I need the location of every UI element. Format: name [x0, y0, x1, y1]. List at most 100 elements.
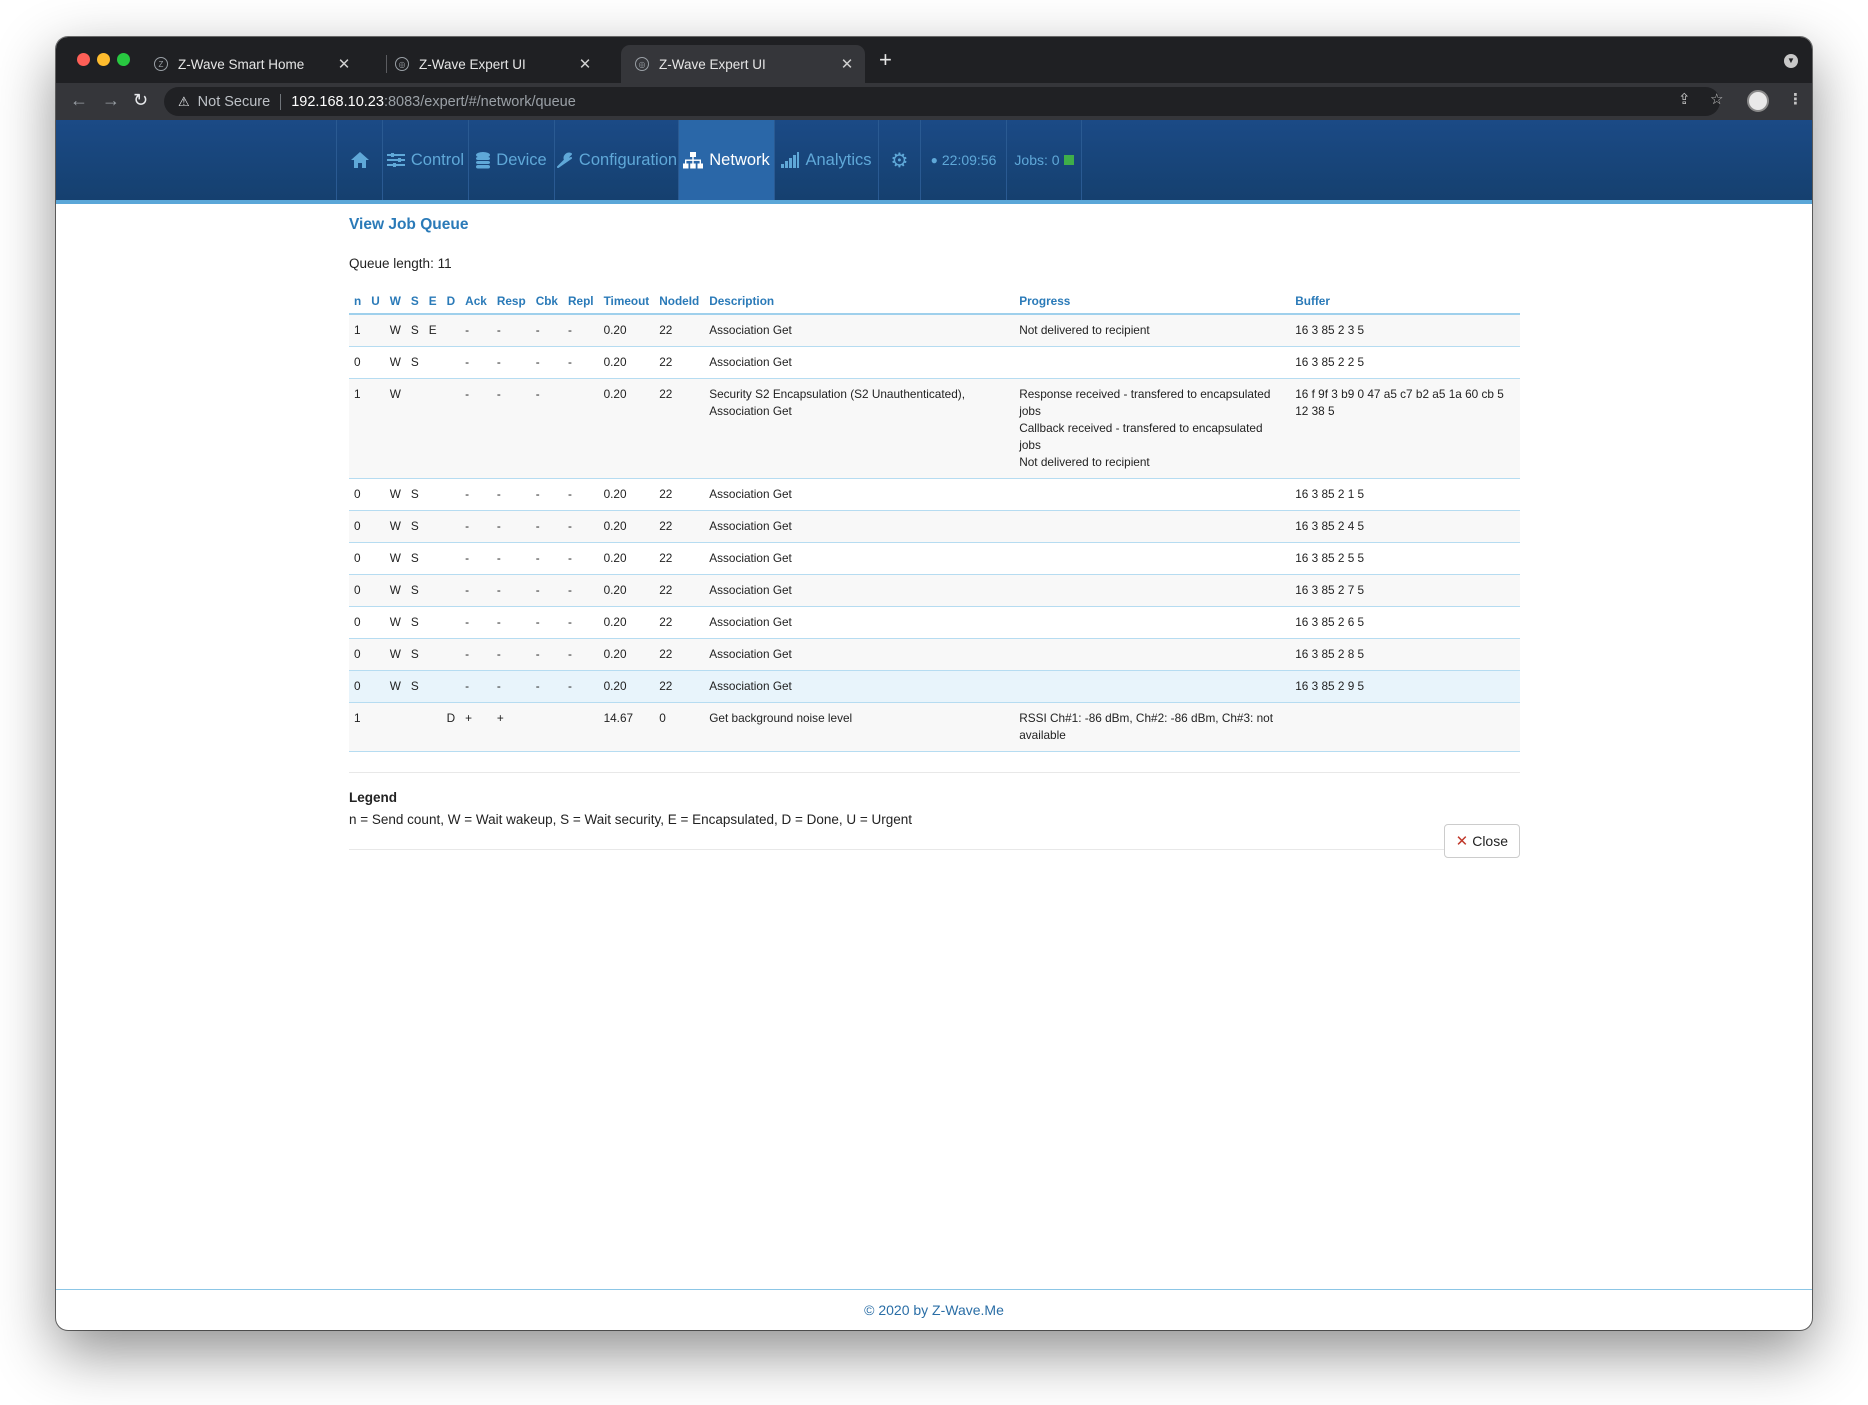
column-header-w: W	[384, 289, 406, 315]
cell-w: W	[384, 510, 406, 543]
cell-ack: -	[460, 314, 492, 347]
cell-repl: -	[562, 314, 599, 347]
job-queue-table: n U W S E D Ack Resp Cbk Repl Timeout NodeId Descrip…	[349, 289, 1520, 752]
tab-search-icon[interactable]: ▼	[1784, 54, 1798, 68]
legend-title: Legend	[349, 790, 398, 805]
cell-resp: +	[491, 702, 531, 752]
cell-s: S	[405, 574, 424, 607]
address-bar[interactable]: ⚠ Not Secure 192.168.10.23 :8083/expert/…	[164, 87, 1720, 116]
cell-e	[423, 606, 442, 639]
cell-resp: -	[491, 638, 531, 671]
nav-configuration[interactable]: Configuration	[554, 120, 678, 200]
nav-clock: ● 22:09:56	[920, 120, 1006, 200]
cell-w: W	[384, 670, 406, 703]
cell-u	[366, 542, 385, 575]
zwave-favicon-icon: Z	[154, 57, 168, 71]
cell-w: W	[384, 478, 406, 511]
cell-description: Association Get	[704, 478, 1015, 511]
cell-u	[366, 378, 385, 479]
security-label[interactable]: Not Secure	[198, 94, 271, 110]
table-row: 0 W S - - - -0.20 22 Association Get 16 3 85 2 1 …	[349, 478, 1520, 511]
cell-w: W	[384, 638, 406, 671]
cell-s: S	[405, 542, 424, 575]
url-host[interactable]: 192.168.10.23	[291, 94, 384, 110]
cell-e	[423, 702, 442, 752]
cell-timeout: 0.20	[598, 378, 655, 479]
reload-icon[interactable]: ↻	[133, 91, 148, 109]
cell-e	[423, 346, 442, 379]
tab-close-icon[interactable]: ✕	[575, 55, 595, 73]
address-divider	[280, 93, 282, 110]
browser-menu-icon[interactable]: ⋮	[1788, 92, 1803, 107]
cell-nodeid: 22	[654, 542, 705, 575]
cell-s: S	[405, 670, 424, 703]
nav-analytics[interactable]: Analytics	[774, 120, 878, 200]
main-content: View Job Queue Queue length: 11 n U W S E D Ac…	[349, 204, 1520, 858]
cell-d	[441, 378, 461, 479]
table-row: 1 W - - -0.20 22 Security S2 Encapsulation (S2…	[349, 378, 1520, 479]
nav-network-label: Network	[709, 150, 770, 169]
progress-line: Not delivered to recipient	[1019, 455, 1150, 469]
sitemap-icon	[683, 151, 704, 168]
cell-description: Association Get	[704, 574, 1015, 607]
cell-cbk: -	[530, 346, 563, 379]
minimize-window-button[interactable]	[97, 53, 110, 66]
cell-e	[423, 670, 442, 703]
back-arrow-icon[interactable]: ←	[70, 91, 88, 109]
column-header-cbk: Cbk	[530, 289, 563, 315]
bookmark-star-icon[interactable]: ☆	[1710, 92, 1723, 107]
browser-window: Z Z-Wave Smart Home ✕ ◎ Z-Wave Expert UI…	[56, 37, 1812, 1330]
nav-home[interactable]	[336, 120, 382, 200]
close-button[interactable]: ✕ Close	[1443, 824, 1520, 858]
cell-e	[423, 378, 442, 479]
cell-nodeid: 22	[654, 378, 705, 479]
new-tab-button[interactable]: +	[879, 49, 892, 71]
cell-progress	[1014, 606, 1291, 639]
cell-cbk: -	[530, 314, 563, 347]
nav-device[interactable]: Device	[468, 120, 554, 200]
nav-jobs[interactable]: Jobs: 0	[1006, 120, 1082, 200]
tab-close-icon[interactable]: ✕	[334, 55, 354, 73]
cell-w: W	[384, 378, 406, 479]
cell-s: S	[405, 606, 424, 639]
cell-n: 0	[349, 670, 367, 703]
cell-e	[423, 574, 442, 607]
cell-timeout: 0.20	[598, 314, 655, 347]
url-path[interactable]: :8083/expert/#/network/queue	[384, 94, 576, 110]
cell-s: S	[405, 478, 424, 511]
cell-progress	[1014, 574, 1291, 607]
nav-settings[interactable]: ⚙	[878, 120, 920, 200]
nav-network[interactable]: Network	[678, 120, 774, 200]
share-icon[interactable]: ⇪	[1678, 92, 1691, 107]
cell-d	[441, 606, 461, 639]
browser-tab-2[interactable]: ◎ Z-Wave Expert UI ✕	[381, 45, 603, 83]
cell-n: 0	[349, 346, 367, 379]
cell-u	[366, 574, 385, 607]
nav-control[interactable]: Control	[382, 120, 468, 200]
cell-description: Association Get	[704, 542, 1015, 575]
cell-resp: -	[491, 542, 531, 575]
database-icon	[476, 151, 491, 168]
cell-ack: +	[460, 702, 492, 752]
cell-timeout: 0.20	[598, 638, 655, 671]
close-window-button[interactable]	[77, 53, 90, 66]
cell-d: D	[441, 702, 461, 752]
browser-tab-1[interactable]: Z Z-Wave Smart Home ✕	[140, 45, 362, 83]
column-header-progress: Progress	[1014, 289, 1291, 315]
table-header-row: n U W S E D Ack Resp Cbk Repl Timeout NodeId Descrip…	[349, 289, 1520, 315]
cell-resp: -	[491, 574, 531, 607]
cell-buffer: 16 3 85 2 7 5	[1290, 574, 1520, 607]
maximize-window-button[interactable]	[117, 53, 130, 66]
cell-nodeid: 22	[654, 510, 705, 543]
cell-repl: -	[562, 606, 599, 639]
profile-avatar[interactable]	[1747, 90, 1769, 112]
cell-e	[423, 510, 442, 543]
tab-close-icon[interactable]: ✕	[837, 55, 857, 73]
warning-triangle-icon[interactable]: ⚠	[178, 94, 190, 110]
page-title: View Job Queue	[349, 216, 469, 233]
cell-progress	[1014, 346, 1291, 379]
footer: © 2020 by Z-Wave.Me	[56, 1289, 1812, 1330]
forward-arrow-icon[interactable]: →	[102, 91, 120, 109]
browser-tab-3-active[interactable]: ◎ Z-Wave Expert UI ✕	[621, 45, 865, 83]
clock-time: 22:09:56	[941, 152, 997, 168]
